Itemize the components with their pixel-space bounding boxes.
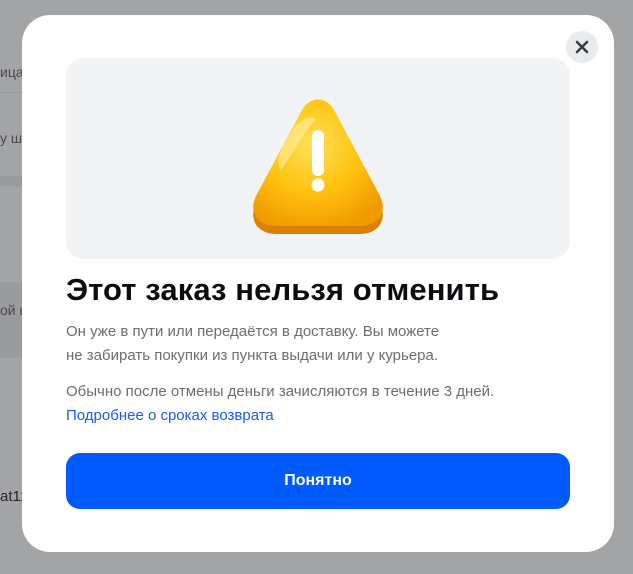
close-button[interactable] bbox=[566, 31, 598, 63]
refund-info-text: Обычно после отмены деньги зачисляются в… bbox=[66, 383, 495, 400]
understood-button[interactable]: Понятно bbox=[66, 453, 570, 509]
warning-illustration bbox=[66, 58, 570, 259]
background-text-fragment: у ш bbox=[0, 130, 23, 146]
background-text-fragment: ица bbox=[0, 64, 24, 80]
dialog-description: Он уже в пути или передаётся в доставку.… bbox=[66, 320, 566, 368]
refund-terms-link[interactable]: Подробнее о сроках возврата bbox=[66, 404, 566, 428]
refund-info: Обычно после отмены деньги зачисляются в… bbox=[66, 380, 566, 428]
close-icon bbox=[575, 40, 589, 54]
warning-triangle-icon bbox=[253, 99, 383, 234]
description-line: не забирать покупки из пункта выдачи или… bbox=[66, 347, 439, 364]
dialog-title: Этот заказ нельзя отменить bbox=[66, 272, 500, 307]
description-line: Он уже в пути или передаётся в доставку.… bbox=[66, 323, 440, 340]
